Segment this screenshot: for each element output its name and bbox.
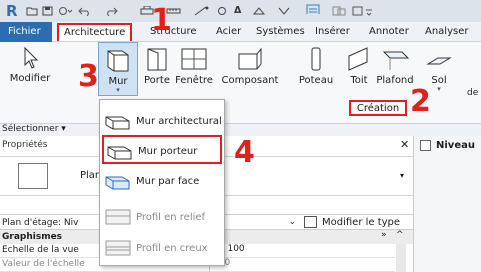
browser-icon	[420, 140, 431, 151]
roof-label: Toit	[350, 75, 368, 86]
project-browser: Niveau	[413, 136, 481, 272]
menu-item-label: Mur porteur	[138, 146, 198, 157]
save-icon[interactable]	[42, 6, 53, 16]
switch-windows-icon[interactable]	[306, 4, 320, 14]
door-button[interactable]: Porte	[142, 46, 172, 86]
floor-icon	[426, 57, 452, 65]
scroll-up-icon[interactable]: ^	[396, 230, 404, 240]
scrollbar[interactable]	[396, 244, 406, 272]
menu-item-label: Mur architectural	[136, 116, 222, 127]
wall-icon	[107, 50, 129, 72]
tab-architecture[interactable]: Architecture	[57, 23, 133, 41]
tab-fichier[interactable]: Fichier	[0, 22, 52, 42]
architectural-wall-icon	[105, 116, 130, 130]
param-key: Echelle de la vue	[2, 245, 79, 255]
wall-dropdown-menu: Mur architectural Mur porteur Mur par fa…	[99, 99, 225, 266]
revit-logo[interactable]: R	[6, 2, 18, 20]
quick-access-toolbar: R A	[0, 0, 481, 22]
tab-annoter[interactable]: Annoter	[369, 26, 409, 37]
collapse-icon[interactable]: »	[381, 230, 387, 240]
tab-acier[interactable]: Acier	[216, 26, 241, 37]
component-label: Composant	[221, 75, 279, 86]
roof-icon	[348, 47, 368, 71]
structural-wall-icon	[107, 146, 132, 160]
menu-item-mur-par-face[interactable]: Mur par face	[102, 167, 222, 196]
annotation-step-4: 4	[234, 135, 255, 170]
column-label: Poteau	[298, 75, 334, 86]
window-button[interactable]: Fenêtre	[173, 46, 215, 86]
ribbon-tab-bar: Fichier Architecture Structure Acier Sys…	[0, 22, 481, 42]
properties-title: Propriétés	[2, 140, 48, 150]
edit-type-icon	[304, 216, 317, 228]
graphics-group-label: Graphismes	[2, 232, 63, 242]
close-icon[interactable]: ✕	[400, 138, 409, 151]
dimension-icon[interactable]	[194, 6, 210, 16]
tab-inserer[interactable]: Insérer	[315, 26, 350, 37]
annotation-step-3: 3	[78, 59, 99, 94]
param-key: Valeur de l'échelle	[2, 259, 85, 269]
select-label: Sélectionner	[2, 124, 59, 134]
menu-item-label: Profil en relief	[136, 212, 206, 223]
section-icon[interactable]	[276, 6, 292, 16]
roof-button[interactable]: Toit	[347, 46, 371, 86]
modify-label: Modifier	[9, 73, 51, 84]
chevron-down-icon: ▾	[116, 86, 120, 94]
browser-title: Niveau	[436, 140, 475, 151]
panel-label-cut: de	[467, 88, 479, 98]
component-button[interactable]: Composant	[220, 46, 280, 86]
creation-panel-label: Création	[349, 100, 407, 116]
chevron-down-icon: ▾	[400, 171, 405, 180]
customize-qat-icon[interactable]	[352, 6, 376, 16]
tab-analyser[interactable]: Analyser	[425, 26, 468, 37]
window-icon	[181, 48, 207, 70]
column-button[interactable]: Poteau	[296, 46, 336, 86]
annotation-step-2: 2	[410, 84, 431, 119]
floor-plan-icon	[18, 163, 48, 189]
menu-item-label: Profil en creux	[136, 243, 208, 254]
view-selector[interactable]: Plan d'étage: Niv	[2, 218, 78, 228]
annotation-step-1: 1	[151, 3, 172, 38]
param-value: 100	[209, 258, 395, 272]
menu-item-profil-en-creux: Profil en creux	[102, 234, 222, 263]
text-icon[interactable]: A	[232, 3, 244, 13]
svg-text:A: A	[233, 3, 243, 13]
component-icon	[238, 47, 262, 70]
select-dropdown[interactable]: Sélectionner ▾	[2, 124, 66, 134]
3d-view-icon[interactable]	[252, 6, 268, 16]
ceiling-label: Plafond	[376, 75, 414, 86]
tab-systemes[interactable]: Systèmes	[256, 26, 305, 37]
sync-icon[interactable]	[58, 6, 72, 16]
close-hidden-icon[interactable]	[332, 6, 346, 16]
open-icon[interactable]	[26, 6, 38, 16]
param-value[interactable]: 1 : 100	[209, 244, 395, 258]
menu-item-mur-porteur[interactable]: Mur porteur	[102, 135, 222, 164]
ceiling-icon	[382, 51, 410, 70]
door-icon	[147, 48, 167, 71]
cursor-arrow-icon	[24, 46, 39, 69]
redo-icon[interactable]	[102, 6, 118, 16]
menu-item-profil-en-relief: Profil en relief	[102, 203, 222, 232]
wall-sweep-icon	[105, 209, 131, 225]
ceiling-button[interactable]: Plafond	[370, 46, 420, 86]
modify-button[interactable]: Modifier	[8, 46, 52, 84]
wall-reveal-icon	[105, 240, 131, 256]
chevron-down-icon[interactable]: ⌄	[289, 217, 296, 226]
menu-item-mur-architectural[interactable]: Mur architectural	[102, 107, 222, 136]
tag-icon[interactable]	[216, 6, 228, 16]
wall-button[interactable]: Mur ▾	[98, 42, 138, 96]
wall-by-face-icon	[105, 176, 130, 190]
menu-item-label: Mur par face	[136, 176, 200, 187]
ribbon-panel: Modifier Mur ▾ Porte Fenêtre Composant P…	[0, 42, 481, 124]
door-label: Porte	[144, 75, 170, 86]
undo-icon[interactable]	[78, 6, 94, 16]
window-label: Fenêtre	[175, 75, 213, 86]
column-icon	[311, 47, 321, 71]
edit-type-button[interactable]: Modifier le type	[322, 217, 400, 228]
